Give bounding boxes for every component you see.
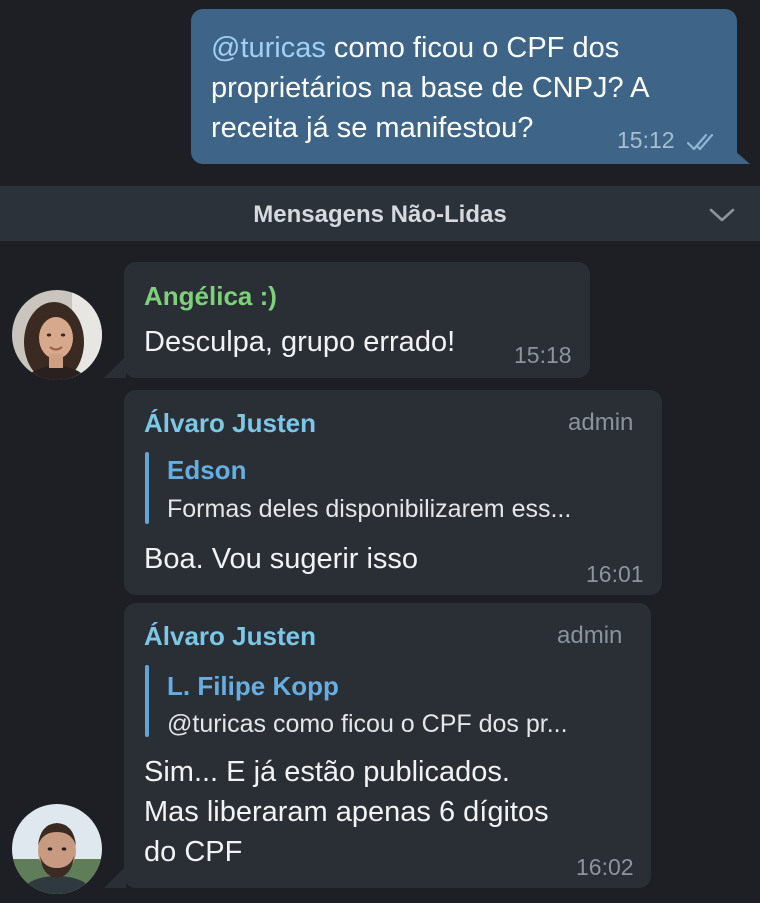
admin-badge: admin [557, 622, 623, 649]
outgoing-message-time: 15:12 [617, 127, 675, 153]
reply-preview-text[interactable]: Formas deles disponibilizarem ess... [167, 495, 571, 524]
message-line: Sim... E já estão publicados. [144, 756, 510, 788]
reply-accent-bar [145, 452, 149, 524]
chat-history: @turicas como ficou o CPF dos proprietár… [0, 0, 760, 903]
message-text: Sim... E já estão publicados. Mas libera… [144, 752, 634, 872]
message-time: 16:02 [576, 854, 634, 880]
admin-badge: admin [568, 409, 634, 436]
sender-name[interactable]: Álvaro Justen [144, 621, 316, 652]
reply-sender-name[interactable]: L. Filipe Kopp [167, 671, 339, 702]
message-text: Boa. Vou sugerir isso [144, 543, 419, 575]
avatar-angelica[interactable] [12, 290, 102, 380]
unread-messages-label: Mensagens Não-Lidas [253, 201, 507, 228]
incoming-bubble-tail [104, 356, 126, 378]
sender-name[interactable]: Angélica :) [144, 281, 277, 312]
message-line: Mas liberaram apenas 6 dígitos [144, 796, 549, 828]
double-check-icon [686, 133, 714, 151]
reply-sender-name[interactable]: Edson [167, 455, 246, 486]
message-time: 16:01 [586, 561, 644, 587]
avatar-alvaro[interactable] [12, 804, 102, 894]
chevron-down-icon[interactable] [708, 205, 736, 225]
reply-preview-text[interactable]: @turicas como ficou o CPF dos pr... [167, 710, 568, 739]
sender-name[interactable]: Álvaro Justen [144, 408, 316, 439]
message-text: Desculpa, grupo errado! [144, 326, 456, 358]
reply-accent-bar [145, 665, 149, 737]
mention-link[interactable]: @turicas [211, 32, 326, 64]
avatar-image [12, 290, 102, 380]
message-line: do CPF [144, 836, 243, 868]
avatar-image [12, 804, 102, 894]
incoming-bubble-tail [104, 866, 126, 888]
message-time: 15:18 [514, 342, 572, 368]
